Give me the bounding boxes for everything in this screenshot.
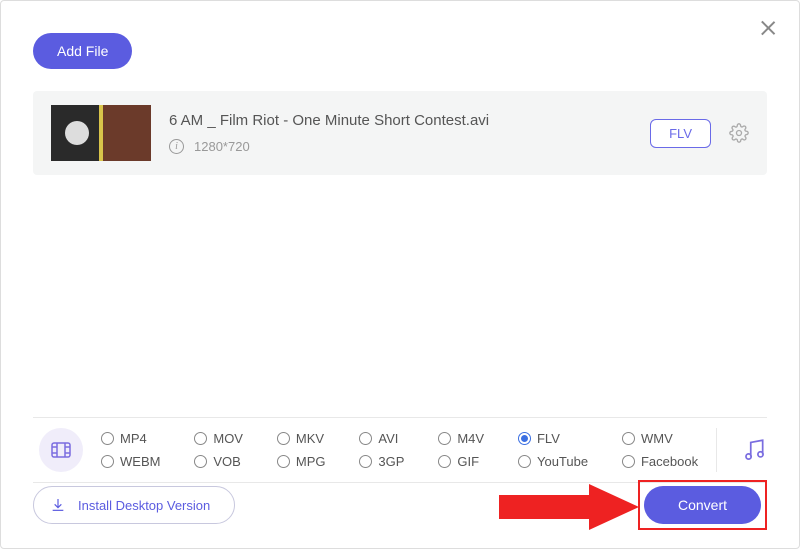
radio-circle-icon — [101, 432, 114, 445]
radio-circle-icon — [359, 455, 372, 468]
radio-circle-icon — [518, 455, 531, 468]
format-radio-youtube[interactable]: YouTube — [518, 454, 596, 469]
radio-circle-icon — [277, 455, 290, 468]
radio-circle-icon — [277, 432, 290, 445]
format-radio-flv[interactable]: FLV — [518, 431, 596, 446]
convert-highlight-box: Convert — [638, 480, 767, 530]
format-label: MOV — [213, 431, 243, 446]
format-label: GIF — [457, 454, 479, 469]
install-desktop-button[interactable]: Install Desktop Version — [33, 486, 235, 524]
radio-circle-icon — [622, 455, 635, 468]
video-thumbnail — [51, 105, 151, 161]
format-radio-3gp[interactable]: 3GP — [359, 454, 412, 469]
info-icon[interactable]: i — [169, 139, 184, 154]
format-label: WEBM — [120, 454, 160, 469]
format-radio-mpg[interactable]: MPG — [277, 454, 334, 469]
format-radio-avi[interactable]: AVI — [359, 431, 412, 446]
radio-circle-icon — [194, 455, 207, 468]
format-label: MP4 — [120, 431, 147, 446]
format-tag-button[interactable]: FLV — [650, 119, 711, 148]
format-radio-wmv[interactable]: WMV — [622, 431, 706, 446]
format-label: WMV — [641, 431, 673, 446]
format-label: MPG — [296, 454, 326, 469]
format-radio-gif[interactable]: GIF — [438, 454, 492, 469]
audio-category-icon[interactable] — [716, 428, 767, 472]
radio-circle-icon — [438, 455, 451, 468]
format-label: 3GP — [378, 454, 404, 469]
format-label: Facebook — [641, 454, 698, 469]
format-selection-panel: MP4 MOV MKV AVI M4V FLV WMV WEBM VOB MPG 3GP GIF You… — [33, 417, 767, 483]
radio-circle-icon — [101, 455, 114, 468]
format-radio-m4v[interactable]: M4V — [438, 431, 492, 446]
radio-circle-icon — [622, 432, 635, 445]
format-radio-mkv[interactable]: MKV — [277, 431, 334, 446]
format-label: MKV — [296, 431, 324, 446]
format-label: FLV — [537, 431, 560, 446]
file-resolution: 1280*720 — [194, 139, 250, 154]
radio-circle-icon — [518, 432, 531, 445]
add-file-button[interactable]: Add File — [33, 33, 132, 69]
download-icon — [50, 497, 66, 513]
close-icon[interactable] — [759, 19, 777, 37]
format-label: M4V — [457, 431, 484, 446]
format-label: VOB — [213, 454, 240, 469]
radio-circle-icon — [359, 432, 372, 445]
video-category-icon[interactable] — [39, 428, 83, 472]
format-label: YouTube — [537, 454, 588, 469]
gear-icon[interactable] — [729, 123, 749, 143]
convert-button[interactable]: Convert — [644, 486, 761, 524]
radio-circle-icon — [194, 432, 207, 445]
file-list-item: 6 AM _ Film Riot - One Minute Short Cont… — [33, 91, 767, 175]
format-radio-vob[interactable]: VOB — [194, 454, 251, 469]
file-title: 6 AM _ Film Riot - One Minute Short Cont… — [169, 112, 632, 129]
format-radio-webm[interactable]: WEBM — [101, 454, 168, 469]
format-radio-mp4[interactable]: MP4 — [101, 431, 168, 446]
install-desktop-label: Install Desktop Version — [78, 498, 210, 513]
format-radio-mov[interactable]: MOV — [194, 431, 251, 446]
format-radio-facebook[interactable]: Facebook — [622, 454, 706, 469]
radio-circle-icon — [438, 432, 451, 445]
format-label: AVI — [378, 431, 398, 446]
